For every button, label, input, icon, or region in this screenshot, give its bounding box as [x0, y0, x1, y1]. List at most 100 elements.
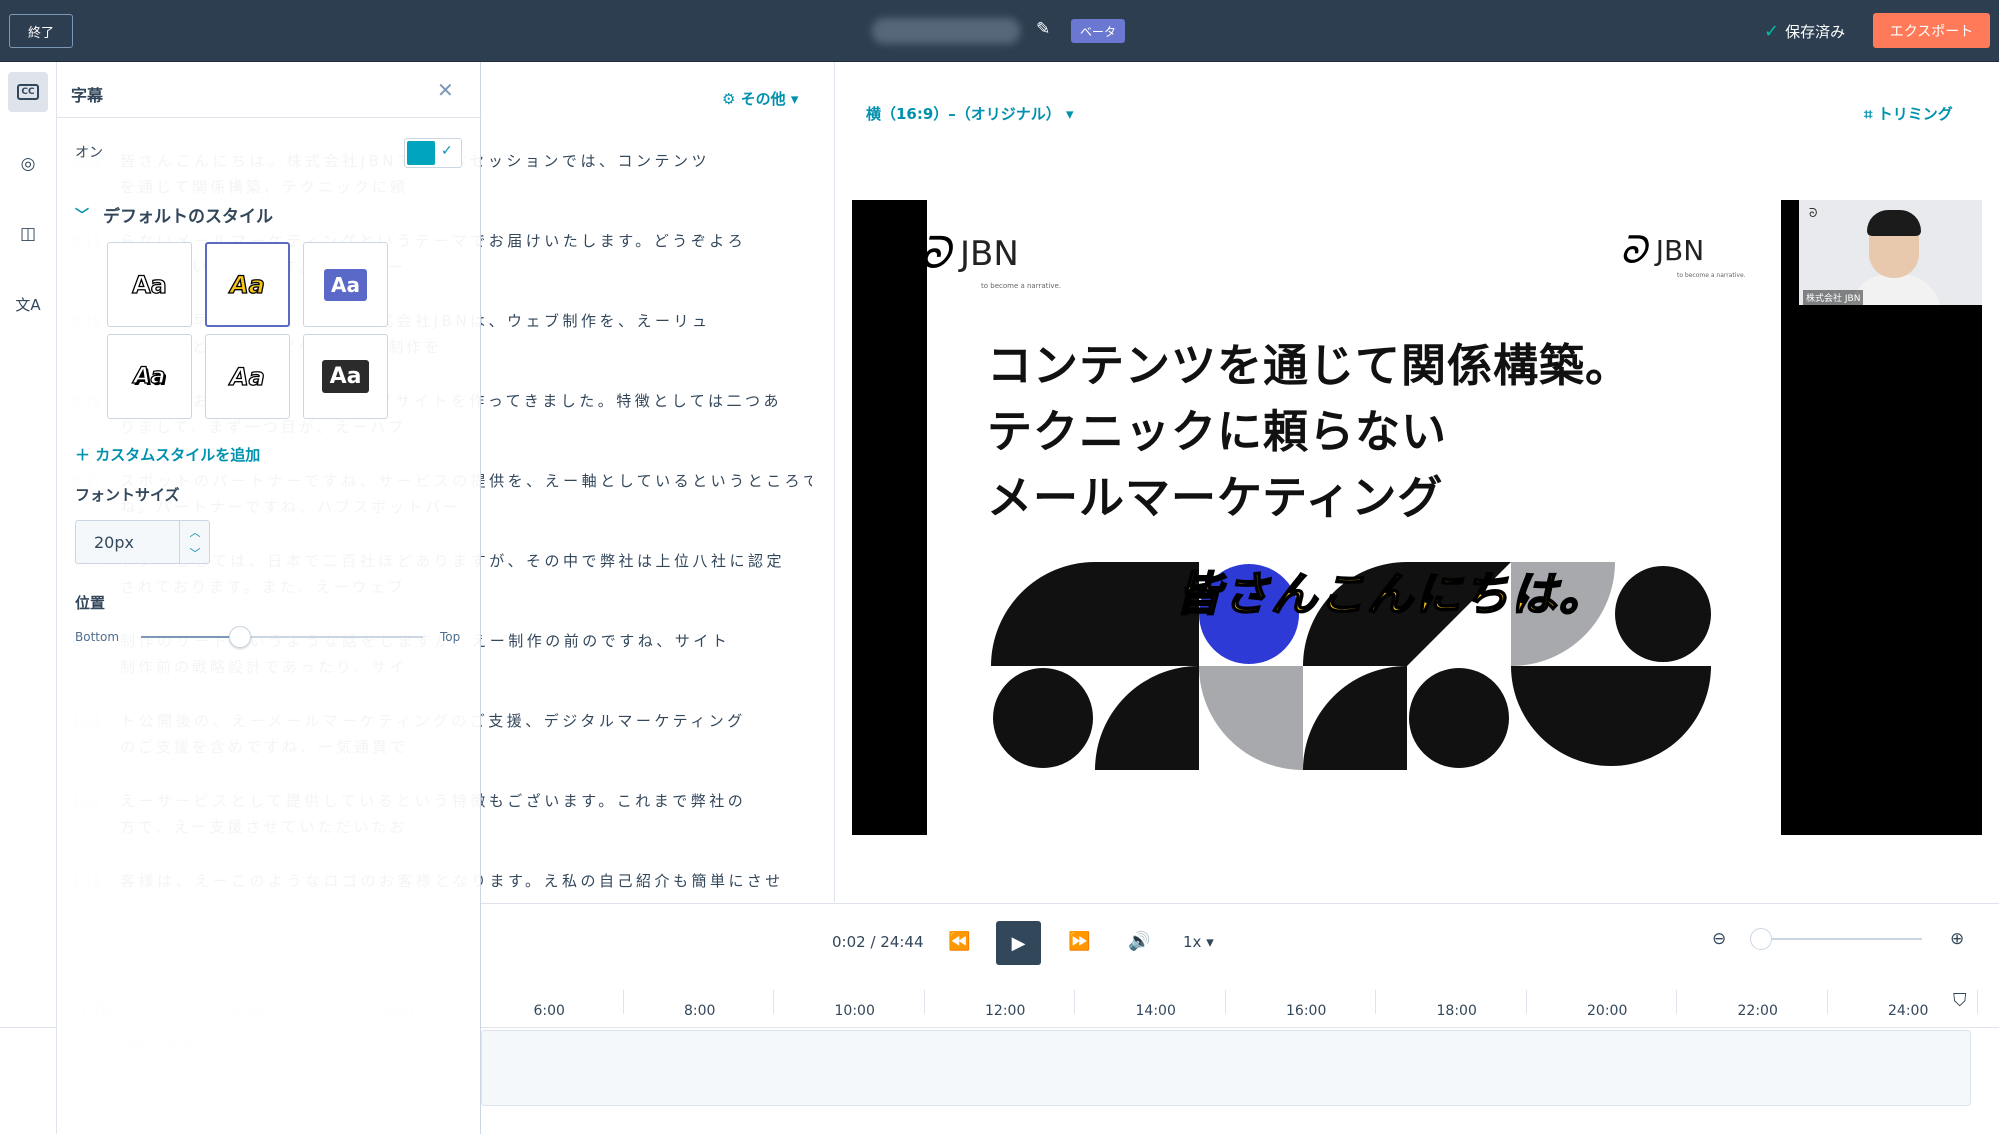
timeline-tick-mark	[622, 990, 624, 1014]
position-slider[interactable]	[141, 626, 423, 648]
graphic-shape	[993, 668, 1093, 768]
chevron-up-icon[interactable]: ︿	[190, 524, 201, 540]
timeline-tick-mark	[1525, 990, 1527, 1014]
layout-icon: ◫	[19, 224, 37, 244]
rewind-icon[interactable]: ⏪	[948, 931, 970, 952]
font-size-label: フォントサイズ	[75, 486, 180, 504]
toggle-knob	[407, 141, 435, 165]
translate-icon: 文A	[15, 295, 41, 314]
check-icon: ✓	[441, 143, 453, 159]
slider-fill	[141, 636, 240, 638]
position-label: 位置	[75, 594, 106, 612]
chevron-down-icon[interactable]: ﹀	[190, 545, 201, 561]
zoom-out-icon[interactable]: ⊖	[1712, 929, 1726, 949]
chevron-down-icon: ﹀	[75, 207, 89, 224]
style-option-blue-box[interactable]: Aa	[303, 242, 388, 327]
headline-line: テクニックに頼らない	[987, 405, 1448, 458]
top-bar: 終了 ✎ ベータ ✓ 保存済み エクスポート	[0, 0, 1999, 62]
aspect-ratio-label: 横（16:9）–（オリジナル）	[866, 105, 1061, 123]
bookmark-icon[interactable]: ⛉	[1953, 990, 1967, 1011]
style-option-yellow-italic[interactable]: Aa	[205, 242, 290, 327]
brand-tool-button[interactable]: ◎	[8, 144, 48, 184]
captions-on-label: オン	[75, 145, 103, 161]
timeline-tick-label: 24:00	[1888, 1003, 1929, 1019]
caption-overlay[interactable]: 皆さんこんにちは。	[1174, 558, 1607, 624]
timeline-tick-mark	[1826, 990, 1828, 1014]
graphic-shape	[991, 562, 1199, 666]
logo-text: JBN	[959, 233, 1019, 274]
style-sample: Aa	[133, 363, 166, 389]
more-label: その他	[740, 90, 786, 108]
style-option-shadow[interactable]: Aa	[107, 334, 192, 419]
graphic-shape	[1303, 666, 1407, 770]
jbn-logo: ᘐ JBN to become a narrative.	[1617, 228, 1745, 279]
style-option-outline[interactable]: Aa	[107, 242, 192, 327]
style-option-outline-italic[interactable]: Aa	[205, 334, 290, 419]
timeline-tick-mark	[1977, 990, 1978, 1014]
add-custom-style-label: カスタムスタイルを追加	[95, 446, 261, 464]
captions-toggle[interactable]: ✓	[404, 138, 462, 168]
timeline-tick-label: 14:00	[1135, 1003, 1176, 1019]
trim-label: トリミング	[1877, 105, 1953, 123]
fast-forward-icon[interactable]: ⏩	[1068, 931, 1090, 952]
layout-tool-button[interactable]: ◫	[8, 214, 48, 254]
exit-button[interactable]: 終了	[9, 14, 73, 48]
position-bottom-label: Bottom	[75, 630, 120, 644]
project-title[interactable]	[872, 18, 1020, 44]
zoom-in-icon[interactable]: ⊕	[1950, 929, 1964, 949]
timeline-tick-mark	[1224, 990, 1226, 1014]
timeline-tick-label: 12:00	[985, 1003, 1026, 1019]
style-sample: Aa	[321, 360, 370, 393]
graphic-shape	[1615, 566, 1711, 662]
beta-badge: ベータ	[1071, 19, 1126, 43]
play-icon: ▶	[1011, 932, 1026, 954]
timeline-tick-label: 8:00	[684, 1003, 716, 1019]
save-status-label: 保存済み	[1785, 23, 1846, 41]
trim-button[interactable]: ⌗ トリミング	[1864, 103, 1953, 124]
timeline-tick-label: 10:00	[834, 1003, 875, 1019]
palette-icon: ◎	[20, 154, 36, 174]
position-top-label: Top	[440, 630, 461, 644]
font-size-stepper[interactable]: ︿ ﹀	[179, 521, 210, 563]
logo-text: JBN	[1655, 234, 1705, 267]
panel-title: 字幕	[71, 86, 104, 105]
panel-header: 字幕 ✕	[57, 62, 481, 118]
close-icon[interactable]: ✕	[437, 78, 454, 102]
zoom-slider[interactable]	[1760, 938, 1922, 940]
timeline-tick-label: 22:00	[1737, 1003, 1778, 1019]
graphic-shape	[1199, 666, 1303, 770]
font-size-input[interactable]: 20px ︿ ﹀	[75, 520, 210, 564]
headline-line: コンテンツを通じて関係構築。	[987, 339, 1632, 392]
player-controls	[481, 903, 1999, 983]
style-grid: Aa Aa Aa Aa Aa Aa	[107, 242, 392, 430]
playback-speed-dropdown[interactable]: 1x ▾	[1183, 933, 1214, 951]
timeline-track[interactable]	[481, 1030, 1971, 1106]
style-option-dark-box[interactable]: Aa	[303, 334, 388, 419]
more-menu[interactable]: ⚙ その他 ▾	[722, 88, 798, 109]
video-frame: ᘐ JBN to become a narrative. ᘐ JBN to be…	[927, 200, 1781, 835]
timeline-tick-mark	[773, 990, 774, 1014]
zoom-handle[interactable]	[1750, 928, 1772, 950]
export-button[interactable]: エクスポート	[1873, 13, 1990, 48]
volume-icon[interactable]: 🔊	[1128, 931, 1150, 952]
aspect-ratio-dropdown[interactable]: 横（16:9）–（オリジナル） ▾	[866, 103, 1074, 124]
play-button[interactable]: ▶	[996, 921, 1041, 965]
logo-mark: ᘐ	[1617, 228, 1656, 272]
default-style-section[interactable]: ﹀ デフォルトのスタイル	[75, 202, 273, 227]
default-style-title: デフォルトのスタイル	[103, 207, 273, 227]
slider-handle[interactable]	[228, 626, 251, 648]
add-custom-style-button[interactable]: ＋ カスタムスタイルを追加	[75, 444, 260, 465]
cc-icon: CC	[17, 84, 39, 100]
crop-icon: ⌗	[1864, 105, 1873, 123]
translate-tool-button[interactable]: 文A	[8, 284, 48, 324]
edit-title-icon[interactable]: ✎	[1036, 19, 1050, 39]
headline-line: メールマーケティング	[987, 471, 1444, 524]
timeline-tick-mark	[1676, 990, 1677, 1014]
timeline-tick-mark	[923, 990, 925, 1014]
logo-mark: ᘐ	[927, 228, 961, 279]
timeline-tick-label: 16:00	[1286, 1003, 1327, 1019]
speaker-hair	[1867, 210, 1921, 236]
timeline-tick-mark	[1375, 990, 1376, 1014]
captions-tool-button[interactable]: CC	[8, 72, 48, 112]
logo-tagline: to become a narrative.	[1677, 272, 1746, 279]
